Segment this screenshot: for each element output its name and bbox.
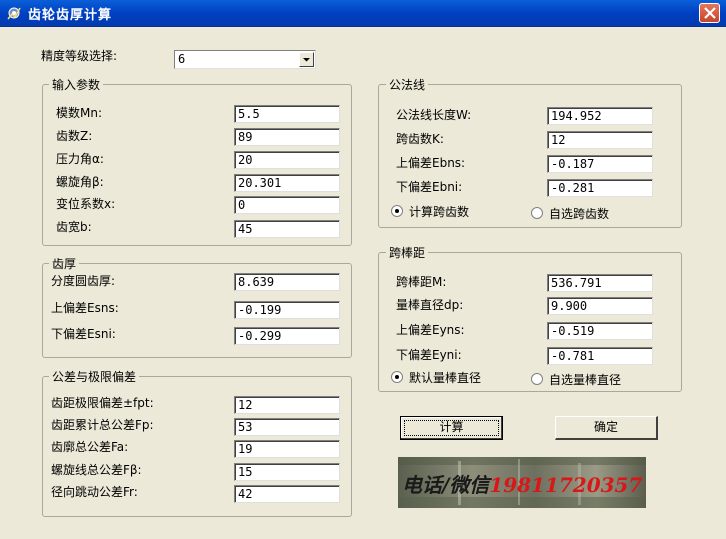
eyns-label: 上偏差Eyns: xyxy=(396,323,465,337)
pin-distance-title: 跨棒距 xyxy=(386,244,429,261)
pin-diameter-label: 量棒直径dp: xyxy=(396,298,464,312)
precision-label: 精度等级选择: xyxy=(41,49,118,63)
window-title: 齿轮齿厚计算 xyxy=(28,8,113,23)
module-input[interactable]: 5.5 xyxy=(234,105,340,123)
ok-button[interactable]: 确定 xyxy=(555,416,658,440)
face-width-label: 齿宽b: xyxy=(56,220,92,234)
esns-label: 上偏差Esns: xyxy=(51,301,119,315)
ebns-input[interactable]: -0.187 xyxy=(547,155,653,173)
fpt-label: 齿距极限偏差±fpt: xyxy=(51,396,154,410)
span-teeth-input[interactable]: 12 xyxy=(547,131,653,149)
contact-prefix: 电话/微信 xyxy=(402,473,490,497)
normal-length-input[interactable]: 194.952 xyxy=(547,107,653,125)
esni-input[interactable]: -0.299 xyxy=(234,327,340,345)
fp-label: 齿距累计总公差Fp: xyxy=(51,418,154,432)
pin-distance-label: 跨棒距M: xyxy=(396,275,447,289)
ebns-label: 上偏差Ebns: xyxy=(396,156,466,170)
module-label: 模数Mn: xyxy=(56,106,103,120)
ebni-label: 下偏差Ebni: xyxy=(396,180,463,194)
gear-app-icon xyxy=(7,7,21,20)
eyns-input[interactable]: -0.519 xyxy=(547,322,653,340)
thickness-title: 齿厚 xyxy=(49,255,80,272)
esni-label: 下偏差Esni: xyxy=(51,327,116,341)
fp-input[interactable]: 53 xyxy=(234,418,340,436)
span-teeth-label: 跨齿数K: xyxy=(396,132,444,146)
fbeta-input[interactable]: 15 xyxy=(234,463,340,481)
title-bar: 齿轮齿厚计算 xyxy=(0,0,726,27)
calc-span-label: 计算跨齿数 xyxy=(409,205,470,219)
dropdown-button[interactable] xyxy=(299,52,314,67)
contact-banner: 电话/微信19811720357 xyxy=(398,457,646,508)
helix-angle-label: 螺旋角β: xyxy=(56,175,104,189)
pin-distance-input[interactable]: 536.791 xyxy=(547,274,653,292)
teeth-input[interactable]: 89 xyxy=(234,128,340,146)
pin-diameter-input[interactable]: 9.900 xyxy=(547,297,653,315)
tolerance-title: 公差与极限偏差 xyxy=(49,368,140,385)
esns-input[interactable]: -0.199 xyxy=(234,301,340,319)
ebni-input[interactable]: -0.281 xyxy=(547,179,653,197)
custom-span-label: 自选跨齿数 xyxy=(549,207,610,221)
precision-select[interactable]: 6 xyxy=(174,50,316,69)
precision-value: 6 xyxy=(178,52,186,66)
contact-phone: 19811720357 xyxy=(489,473,643,497)
fbeta-label: 螺旋线总公差Fβ: xyxy=(51,463,142,477)
teeth-label: 齿数Z: xyxy=(56,129,93,143)
fr-input[interactable]: 42 xyxy=(234,485,340,503)
fa-label: 齿廓总公差Fa: xyxy=(51,440,129,454)
face-width-input[interactable]: 45 xyxy=(234,220,340,238)
custom-pin-radio[interactable] xyxy=(531,373,543,385)
calc-span-radio[interactable] xyxy=(391,205,403,217)
eyni-label: 下偏差Eyni: xyxy=(396,348,462,362)
normal-line-title: 公法线 xyxy=(386,76,429,93)
close-button[interactable] xyxy=(699,3,720,23)
close-icon xyxy=(704,7,716,19)
calculate-button[interactable]: 计算 xyxy=(400,416,503,440)
contact-text: 电话/微信19811720357 xyxy=(402,469,642,498)
custom-pin-label: 自选量棒直径 xyxy=(549,373,622,387)
fr-label: 径向跳动公差Fr: xyxy=(51,485,138,499)
helix-angle-input[interactable]: 20.301 xyxy=(234,174,340,192)
default-pin-label: 默认量棒直径 xyxy=(409,371,482,385)
fpt-input[interactable]: 12 xyxy=(234,396,340,414)
fa-input[interactable]: 19 xyxy=(234,440,340,458)
shift-coeff-label: 变位系数x: xyxy=(56,197,116,211)
pressure-angle-input[interactable]: 20 xyxy=(234,151,340,169)
pitch-thickness-label: 分度圆齿厚: xyxy=(51,274,116,288)
pressure-angle-label: 压力角α: xyxy=(56,152,104,166)
default-pin-radio[interactable] xyxy=(391,371,403,383)
chevron-down-icon xyxy=(303,58,310,62)
custom-span-radio[interactable] xyxy=(531,207,543,219)
shift-coeff-input[interactable]: 0 xyxy=(234,196,340,214)
pitch-thickness-input[interactable]: 8.639 xyxy=(234,273,340,291)
input-params-title: 输入参数 xyxy=(49,76,104,93)
eyni-input[interactable]: -0.781 xyxy=(547,347,653,365)
normal-length-label: 公法线长度W: xyxy=(396,108,472,122)
